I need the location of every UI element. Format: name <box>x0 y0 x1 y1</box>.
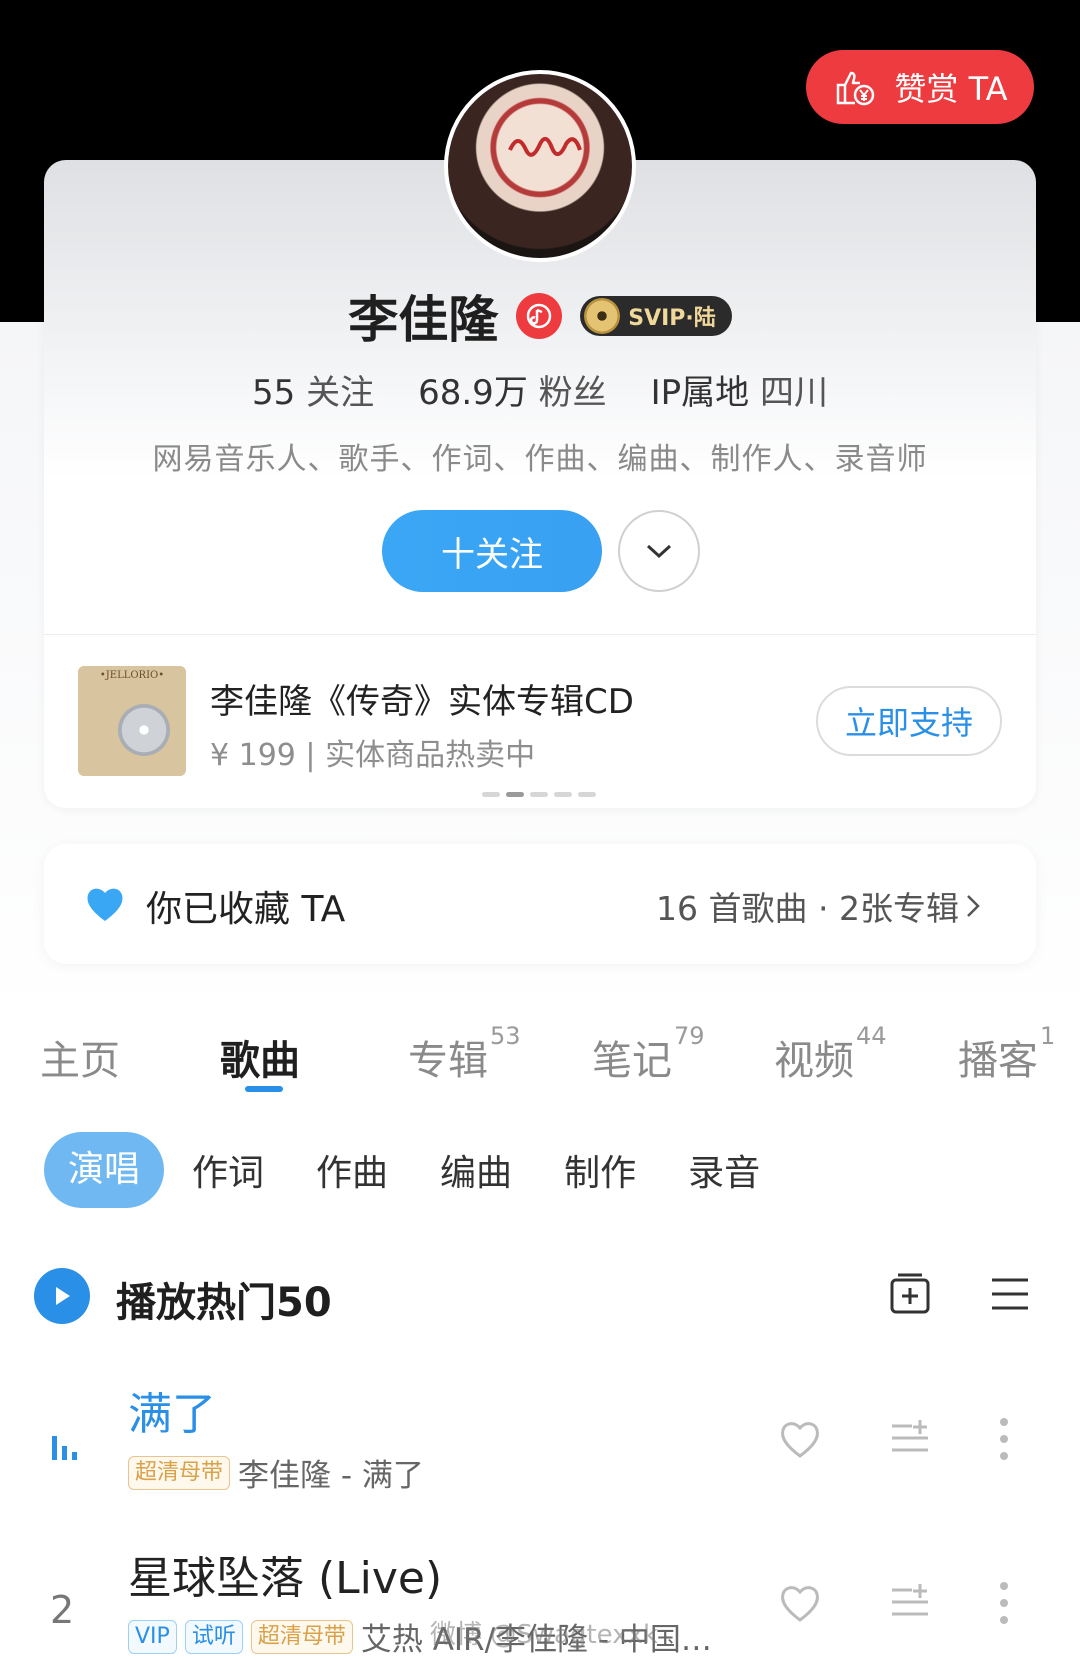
tab-videos[interactable]: 视频44 <box>774 1022 887 1086</box>
carousel-dot[interactable] <box>482 792 500 797</box>
filter-sing[interactable]: 演唱 <box>44 1132 165 1208</box>
carousel-dot-active[interactable] <box>506 792 524 797</box>
more-options-icon[interactable] <box>996 1416 1012 1462</box>
tab-notes[interactable]: 笔记79 <box>592 1022 705 1086</box>
play-all-row: 播放热门50 <box>34 1262 1054 1332</box>
avatar-graffiti <box>508 136 582 157</box>
like-heart-icon[interactable] <box>778 1582 822 1624</box>
play-all-button[interactable] <box>34 1268 90 1324</box>
heart-filled-icon <box>87 888 123 921</box>
play-all-label[interactable]: 播放热门50 <box>116 1270 332 1328</box>
quality-badge: 超清母带 <box>128 1455 231 1490</box>
tab-home[interactable]: 主页 <box>40 1028 120 1086</box>
stat-following[interactable]: 55 关注 <box>252 365 374 414</box>
chevron-down-icon <box>646 544 672 559</box>
song-title: 满了 <box>128 1389 216 1440</box>
collection-meta[interactable]: 16 首歌曲 · 2张专辑 <box>656 882 981 930</box>
stat-ip-location: IP属地 四川 <box>650 373 828 413</box>
filter-arrange[interactable]: 编曲 <box>440 1144 512 1196</box>
song-row[interactable]: 满了 超清母带 李佳隆 - 满了 <box>0 1366 1080 1516</box>
active-tab-indicator <box>245 1086 283 1092</box>
artist-name: 李佳隆 <box>348 291 499 349</box>
thumbs-up-yen-icon <box>837 71 875 106</box>
tab-podcasts[interactable]: 播客1 <box>958 1022 1055 1086</box>
artist-tabs: 主页 歌曲 专辑53 笔记79 视频44 播客1 <box>40 1022 1080 1098</box>
reward-button[interactable]: 赞赏 TA <box>806 50 1034 124</box>
expand-button[interactable] <box>618 510 700 592</box>
profile-stats: 55 关注 68.9万 粉丝 IP属地 四川 <box>0 365 1080 414</box>
trial-badge: 试听 <box>184 1619 243 1654</box>
tab-songs[interactable]: 歌曲 <box>220 1028 300 1086</box>
card-divider <box>44 634 1036 635</box>
svip-badge[interactable]: SVIP·陆 <box>580 296 732 336</box>
carousel-dot[interactable] <box>530 792 548 797</box>
album-cover[interactable]: •JELLORIO• <box>78 666 186 776</box>
song-title: 星球坠落 (Live) <box>128 1553 443 1604</box>
carousel-dot[interactable] <box>554 792 572 797</box>
follow-button[interactable]: 十关注 <box>382 510 602 592</box>
promo-title[interactable]: 李佳隆《传奇》实体专辑CD <box>210 674 634 723</box>
watermark: 微博 @Swagtexxk <box>430 1620 659 1650</box>
add-to-playlist-icon[interactable] <box>886 1270 934 1318</box>
play-icon <box>56 1287 70 1305</box>
artist-roles: 网易音乐人、歌手、作词、作曲、编曲、制作人、录音师 <box>152 442 928 477</box>
filter-record[interactable]: 录音 <box>688 1144 760 1196</box>
follow-label: 十关注 <box>441 534 543 575</box>
filter-produce[interactable]: 制作 <box>564 1144 636 1196</box>
song-index: 2 <box>50 1588 75 1632</box>
promo-subtitle: ¥ 199 | 实体商品热卖中 <box>210 738 536 773</box>
carousel-dot[interactable] <box>578 792 596 797</box>
profile-name-row: 李佳隆 SVIP·陆 <box>0 280 1080 352</box>
vip-badge: VIP <box>128 1619 177 1654</box>
carousel-dots <box>482 792 596 797</box>
add-to-queue-icon[interactable] <box>890 1418 930 1458</box>
svip-label: SVIP·陆 <box>628 306 716 331</box>
add-to-queue-icon[interactable] <box>890 1582 930 1622</box>
multi-select-menu-icon[interactable] <box>988 1272 1032 1316</box>
tab-albums[interactable]: 专辑53 <box>408 1022 521 1086</box>
musician-badge-icon[interactable] <box>516 293 563 339</box>
album-cover-label: •JELLORIO• <box>99 670 165 681</box>
quality-badge: 超清母带 <box>250 1619 353 1654</box>
support-button[interactable]: 立即支持 <box>816 686 1002 756</box>
like-heart-icon[interactable] <box>778 1418 822 1460</box>
stat-followers[interactable]: 68.9万 粉丝 <box>418 365 607 414</box>
song-artist: 李佳隆 - 满了 <box>238 1458 424 1494</box>
vinyl-disc-icon <box>584 298 621 334</box>
filter-compose[interactable]: 作曲 <box>316 1144 388 1196</box>
song-meta: 超清母带 李佳隆 - 满了 <box>128 1450 424 1495</box>
filter-lyrics[interactable]: 作词 <box>192 1144 264 1196</box>
avatar[interactable] <box>444 70 636 262</box>
song-role-filter: 演唱 作词 作曲 编曲 制作 录音 <box>44 1132 812 1208</box>
now-playing-bars-icon <box>52 1436 77 1460</box>
more-options-icon[interactable] <box>996 1580 1012 1626</box>
chevron-right-icon <box>967 895 980 917</box>
collection-text: 你已收藏 TA <box>146 889 346 930</box>
cd-icon <box>118 704 170 756</box>
reward-label: 赞赏 TA <box>894 70 1008 108</box>
